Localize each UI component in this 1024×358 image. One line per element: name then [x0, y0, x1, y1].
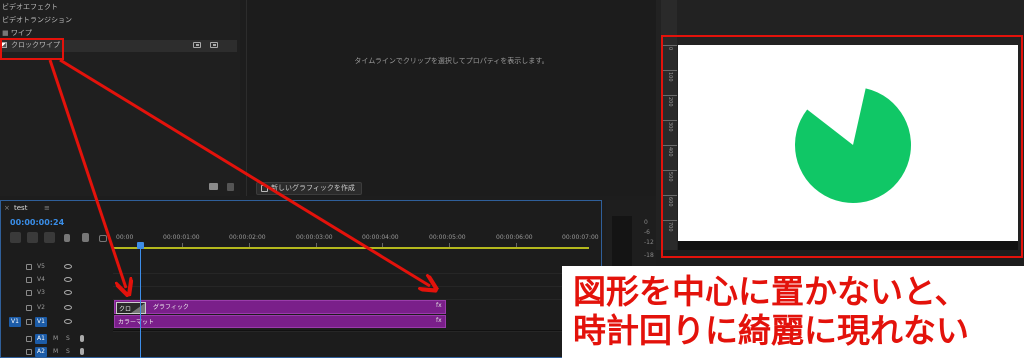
menu-icon[interactable]: ≡: [44, 204, 50, 212]
effects-item-video-transitions[interactable]: ビデオトランジション: [2, 15, 72, 26]
lock-icon[interactable]: [26, 349, 32, 355]
close-icon[interactable]: ×: [4, 204, 10, 212]
effects-item-video-effects[interactable]: ビデオエフェクト: [2, 2, 58, 13]
track-header-a2: A2 M S: [0, 346, 113, 358]
track-target-a1[interactable]: A1: [35, 334, 47, 344]
clip-label: グラフィック: [153, 304, 189, 311]
playhead-timecode[interactable]: 00:00:00:24: [10, 218, 64, 227]
effects-item-label: ビデオトランジション: [2, 16, 72, 24]
source-patch-v1[interactable]: V1: [9, 317, 21, 327]
track-lane-v5[interactable]: [113, 261, 591, 274]
eye-icon[interactable]: [64, 290, 72, 295]
new-graphic-label: 新しいグラフィックを作成: [271, 184, 355, 192]
track-name: V3: [37, 289, 45, 296]
microphone-icon[interactable]: [80, 348, 84, 355]
trash-icon[interactable]: [227, 183, 234, 191]
clip-label: カラーマット: [118, 319, 155, 326]
sequence-tab[interactable]: test: [14, 204, 27, 212]
yuv-badge-icon: [210, 42, 218, 48]
track-lane-v3[interactable]: [113, 287, 591, 300]
lock-icon[interactable]: [26, 290, 32, 296]
solo-button[interactable]: S: [66, 335, 70, 342]
ruler-time-label: 00:00:07:00: [562, 234, 599, 241]
track-header-v1: V1 V1: [0, 316, 113, 329]
annotation-callout: 図形を中心に置かないと、 時計回りに綺麗に現れない: [562, 266, 1024, 358]
playhead-line[interactable]: [140, 249, 141, 358]
clock-wipe-transition-clip[interactable]: クロ: [116, 302, 146, 314]
effects-panel: ビデオエフェクト ビデオトランジション ■ ワイプ クロックワイプ: [0, 0, 240, 196]
meter-scale-label: 0: [644, 219, 648, 226]
track-name: V4: [37, 276, 45, 283]
caption-line-1: 図形を中心に置かないと、: [573, 272, 968, 311]
transition-ramp-icon: [131, 303, 145, 313]
graphic-clip[interactable]: グラフィック fx: [114, 300, 446, 314]
track-header-v5: V5: [0, 261, 113, 274]
snap-icon[interactable]: [27, 232, 38, 243]
track-target-a2[interactable]: A2: [35, 347, 47, 357]
premiere-screenshot: ビデオエフェクト ビデオトランジション ■ ワイプ クロックワイプ タイムライン…: [0, 0, 1024, 358]
meter-scale-label: -6: [644, 229, 650, 236]
effects-item-label: ビデオエフェクト: [2, 3, 58, 11]
work-area-bar[interactable]: [113, 247, 589, 249]
eye-icon[interactable]: [64, 264, 72, 269]
eye-icon[interactable]: [64, 319, 72, 324]
highlight-program-monitor: [661, 35, 1023, 258]
folder-icon: ■: [2, 29, 11, 37]
mute-button[interactable]: M: [53, 335, 58, 342]
ruler-time-label: 00:00:01:00: [163, 234, 200, 241]
video-audio-divider: [113, 330, 591, 332]
new-bin-icon[interactable]: [209, 183, 218, 190]
track-lane-v4[interactable]: [113, 274, 591, 287]
track-target-v1[interactable]: V1: [35, 317, 47, 327]
effects-item-label: ワイプ: [10, 29, 32, 37]
ruler-time-label: 00:00: [116, 234, 134, 241]
color-matte-clip[interactable]: カラーマット fx: [114, 315, 446, 328]
playhead-handle[interactable]: [137, 242, 144, 249]
microphone-icon[interactable]: [80, 335, 84, 342]
insert-nest-icon[interactable]: [10, 232, 21, 243]
linked-selection-icon[interactable]: [44, 232, 55, 243]
lock-icon[interactable]: [26, 264, 32, 270]
eye-icon[interactable]: [64, 305, 72, 310]
lock-icon[interactable]: [26, 305, 32, 311]
new-graphic-button[interactable]: 新しいグラフィックを作成: [256, 182, 362, 195]
eye-icon[interactable]: [64, 277, 72, 282]
new-item-icon: [261, 185, 268, 192]
lock-icon[interactable]: [26, 319, 32, 325]
meter-scale-label: -12: [644, 239, 654, 246]
solo-button[interactable]: S: [66, 348, 70, 355]
ruler-time-label: 00:00:06:00: [496, 234, 533, 241]
track-header-v3: V3: [0, 287, 113, 300]
ruler-time-label: 00:00:04:00: [362, 234, 399, 241]
meter-scale-label: -18: [644, 252, 654, 259]
track-header-a1: A1 M S: [0, 333, 113, 346]
marker-icon[interactable]: [64, 234, 70, 242]
fx-badge: fx: [436, 302, 442, 309]
captions-icon[interactable]: [99, 235, 107, 242]
wrench-icon[interactable]: [82, 233, 89, 242]
track-header-v2: V2: [0, 302, 113, 315]
track-name: V2: [37, 304, 45, 311]
highlight-clock-wipe-effect: [0, 38, 64, 60]
ruler-time-label: 00:00:03:00: [296, 234, 333, 241]
lock-icon[interactable]: [26, 336, 32, 342]
track-header-v4: V4: [0, 274, 113, 287]
mute-button[interactable]: M: [53, 348, 58, 355]
properties-empty-message: タイムラインでクリップを選択してプロパティを表示します。: [354, 57, 549, 65]
lock-icon[interactable]: [26, 277, 32, 283]
fx-badge: fx: [436, 317, 442, 324]
ruler-time-label: 00:00:02:00: [229, 234, 266, 241]
transition-label: クロ: [119, 306, 132, 313]
accelerated-badge-icon: [193, 42, 201, 48]
caption-line-2: 時計回りに綺麗に現れない: [573, 311, 969, 350]
ruler-time-label: 00:00:05:00: [429, 234, 466, 241]
track-name: V5: [37, 263, 45, 270]
properties-panel: タイムラインでクリップを選択してプロパティを表示します。: [246, 0, 656, 196]
